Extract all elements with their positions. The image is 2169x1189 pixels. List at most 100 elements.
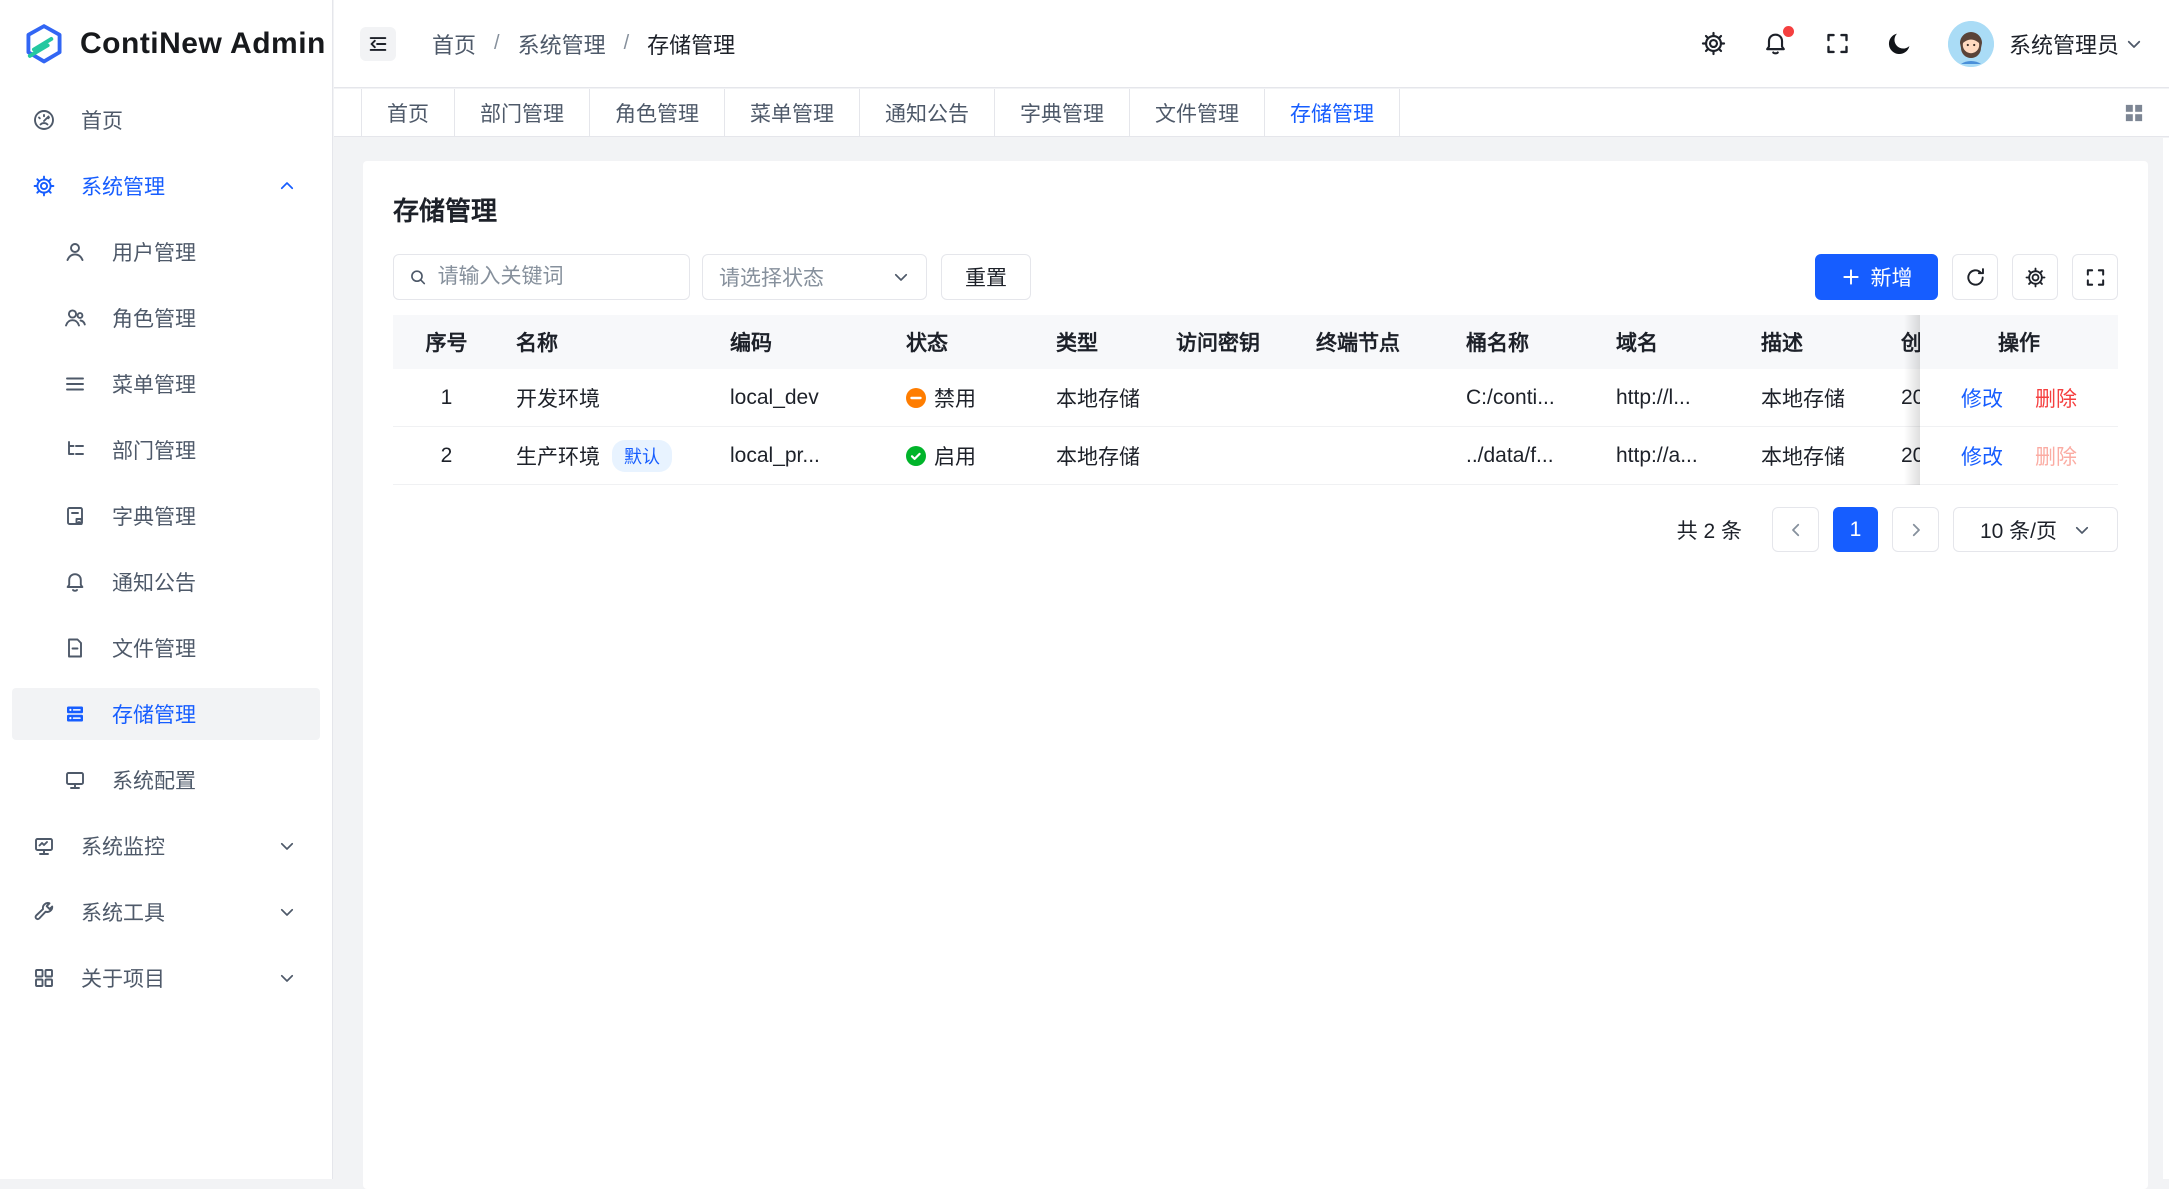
cell-code: local_dev xyxy=(714,386,890,410)
dark-mode-icon[interactable] xyxy=(1886,30,1913,57)
sidebar-item-label: 系统工具 xyxy=(81,897,165,927)
scrollbar-track[interactable] xyxy=(2163,138,2169,1179)
sidebar-item-label: 字典管理 xyxy=(112,501,196,531)
cell-status: 启用 xyxy=(890,441,1040,471)
col-header-type: 类型 xyxy=(1040,327,1160,357)
menu-fold-icon xyxy=(367,33,389,55)
sidebar-item-dept[interactable]: 部门管理 xyxy=(12,424,320,476)
app-title: ContiNew Admin xyxy=(80,27,326,61)
tab-label: 存储管理 xyxy=(1290,98,1374,128)
breadcrumb-home[interactable]: 首页 xyxy=(432,28,476,60)
status-select-placeholder: 请选择状态 xyxy=(719,262,824,292)
tab-actions-button[interactable] xyxy=(2121,89,2169,136)
settings-icon[interactable] xyxy=(1700,30,1727,57)
breadcrumb-current: 存储管理 xyxy=(647,28,735,60)
storage-card: 存储管理 请选择状态 重置 新增 xyxy=(363,161,2148,1189)
reset-button[interactable]: 重置 xyxy=(941,254,1031,300)
tab-label: 菜单管理 xyxy=(750,98,834,128)
sidebar-item-menu[interactable]: 菜单管理 xyxy=(12,358,320,410)
table-row: 1 开发环境 local_dev 禁用 本地存储 C:/conti... htt… xyxy=(393,369,2118,427)
sidebar-item-label: 存储管理 xyxy=(112,699,196,729)
refresh-button[interactable] xyxy=(1952,254,1998,300)
app-logo-row[interactable]: ContiNew Admin xyxy=(0,0,332,88)
sidebar-item-monitor[interactable]: 系统监控 xyxy=(12,820,320,872)
prev-page-button[interactable] xyxy=(1772,507,1819,552)
col-header-name: 名称 xyxy=(500,327,714,357)
sidebar-item-role[interactable]: 角色管理 xyxy=(12,292,320,344)
gear-icon xyxy=(32,174,56,198)
sidebar-item-home[interactable]: 首页 xyxy=(12,94,320,146)
cell-actions: 修改 删除 xyxy=(1920,441,2118,471)
search-input[interactable] xyxy=(438,265,675,289)
tab-label: 字典管理 xyxy=(1020,98,1104,128)
fullscreen-icon[interactable] xyxy=(1824,30,1851,57)
tree-icon xyxy=(63,438,87,462)
cell-type: 本地存储 xyxy=(1040,383,1160,413)
chevron-down-icon xyxy=(892,268,910,286)
sidebar-collapse-button[interactable] xyxy=(360,27,396,61)
col-header-desc: 描述 xyxy=(1745,327,1895,357)
col-header-op: 操作 xyxy=(1920,327,2118,357)
table-fullscreen-button[interactable] xyxy=(2072,254,2118,300)
sidebar-item-label: 系统监控 xyxy=(81,831,165,861)
topbar-actions: 系统管理员 xyxy=(1665,21,2169,67)
tab-notice[interactable]: 通知公告 xyxy=(860,89,995,136)
pagination-total: 共 2 条 xyxy=(1677,515,1742,545)
chevron-down-icon xyxy=(278,837,296,855)
tab-label: 角色管理 xyxy=(615,98,699,128)
add-button[interactable]: 新增 xyxy=(1815,254,1938,300)
tab-role[interactable]: 角色管理 xyxy=(590,89,725,136)
tab-menu[interactable]: 菜单管理 xyxy=(725,89,860,136)
tab-dept[interactable]: 部门管理 xyxy=(455,89,590,136)
sidebar-item-tools[interactable]: 系统工具 xyxy=(12,886,320,938)
page-size-select[interactable]: 10 条/页 xyxy=(1953,507,2118,552)
page-1-button[interactable]: 1 xyxy=(1833,507,1878,552)
tab-label: 部门管理 xyxy=(480,98,564,128)
table-header-row: 序号 名称 编码 状态 类型 访问密钥 终端节点 桶名称 域名 描述 创建时间 … xyxy=(393,315,2118,369)
notification-badge xyxy=(1783,26,1794,37)
cell-desc: 本地存储 xyxy=(1745,441,1895,471)
edit-link[interactable]: 修改 xyxy=(1961,441,2003,471)
sidebar-menu: 首页 系统管理 用户管理 角色管理 菜 xyxy=(0,88,332,1004)
storage-table: 序号 名称 编码 状态 类型 访问密钥 终端节点 桶名称 域名 描述 创建时间 … xyxy=(393,315,2118,485)
col-header-bucket: 桶名称 xyxy=(1450,327,1600,357)
tab-storage[interactable]: 存储管理 xyxy=(1265,89,1400,136)
sidebar-item-label: 首页 xyxy=(81,105,123,135)
breadcrumb-separator: / xyxy=(624,32,630,55)
delete-link[interactable]: 删除 xyxy=(2035,383,2077,413)
cell-name: 生产环境 默认 xyxy=(500,440,714,472)
sidebar-item-system[interactable]: 系统管理 xyxy=(12,160,320,212)
cell-type: 本地存储 xyxy=(1040,441,1160,471)
sidebar-item-file[interactable]: 文件管理 xyxy=(12,622,320,674)
sidebar-item-user[interactable]: 用户管理 xyxy=(12,226,320,278)
topbar: 首页 / 系统管理 / 存储管理 xyxy=(334,0,2169,88)
gear-icon xyxy=(2024,266,2047,289)
sidebar-item-notice[interactable]: 通知公告 xyxy=(12,556,320,608)
next-page-button[interactable] xyxy=(1892,507,1939,552)
column-settings-button[interactable] xyxy=(2012,254,2058,300)
sidebar-item-about[interactable]: 关于项目 xyxy=(12,952,320,1004)
chevron-down-icon[interactable] xyxy=(2125,35,2143,53)
status-select[interactable]: 请选择状态 xyxy=(702,254,927,300)
cell-desc: 本地存储 xyxy=(1745,383,1895,413)
breadcrumb-section[interactable]: 系统管理 xyxy=(518,28,606,60)
file-icon xyxy=(63,636,87,660)
notifications-button[interactable] xyxy=(1762,30,1789,57)
tab-dict[interactable]: 字典管理 xyxy=(995,89,1130,136)
chevron-left-icon xyxy=(1787,521,1805,539)
tab-file[interactable]: 文件管理 xyxy=(1130,89,1265,136)
current-user-name[interactable]: 系统管理员 xyxy=(2009,28,2119,60)
dashboard-icon xyxy=(32,108,56,132)
sidebar-item-config[interactable]: 系统配置 xyxy=(12,754,320,806)
cell-name: 开发环境 xyxy=(500,383,714,413)
sidebar-item-dict[interactable]: 字典管理 xyxy=(12,490,320,542)
sidebar-item-storage[interactable]: 存储管理 xyxy=(12,688,320,740)
col-header-created: 创建时间 xyxy=(1895,327,1920,357)
tab-home[interactable]: 首页 xyxy=(361,89,455,136)
avatar[interactable] xyxy=(1948,21,1994,67)
keyword-search[interactable] xyxy=(393,254,690,300)
edit-link[interactable]: 修改 xyxy=(1961,383,2003,413)
chevron-right-icon xyxy=(1907,521,1925,539)
tab-label: 首页 xyxy=(387,98,429,128)
cell-code: local_pr... xyxy=(714,444,890,468)
